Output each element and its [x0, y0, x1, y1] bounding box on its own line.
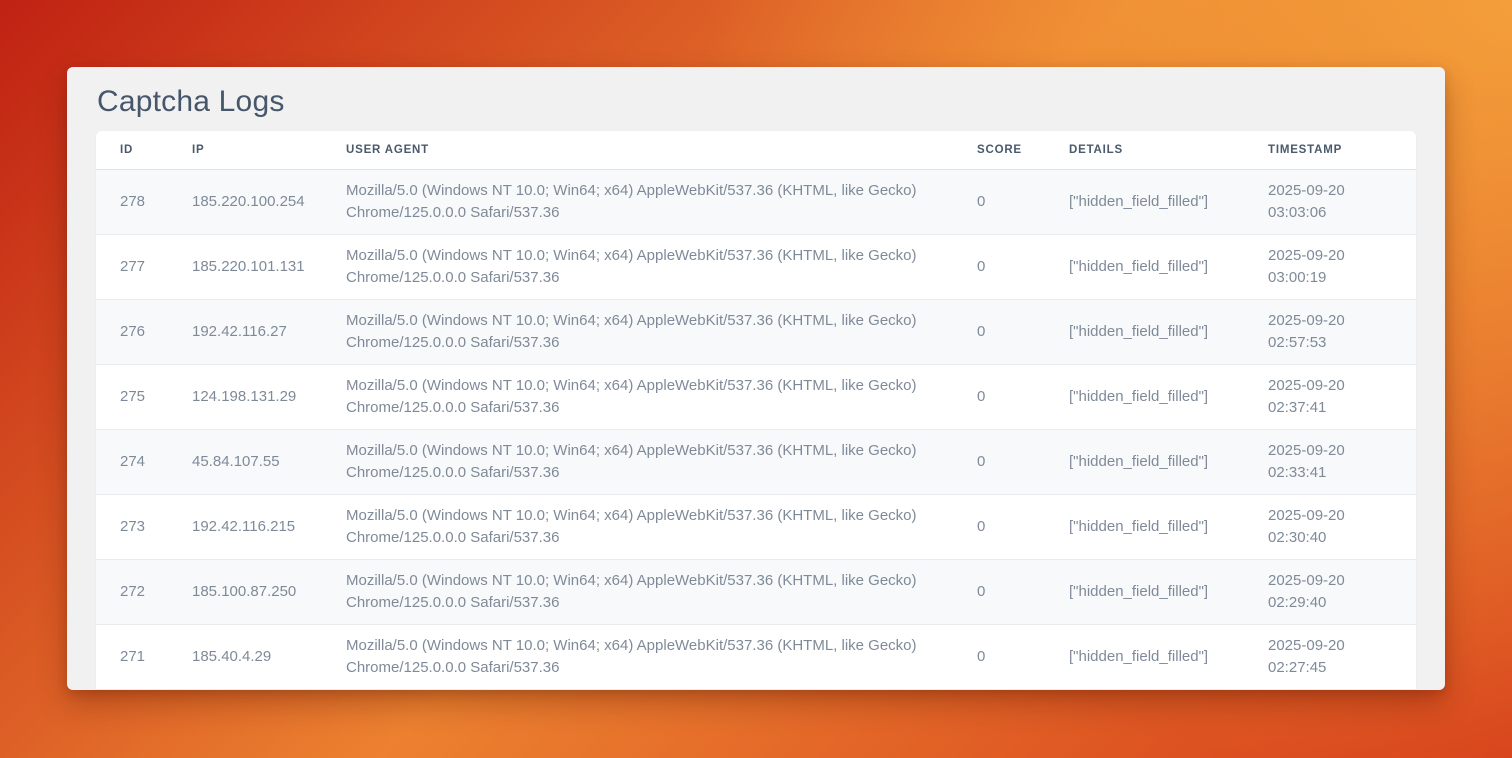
table-row: 277 185.220.101.131 Mozilla/5.0 (Windows…: [96, 234, 1416, 299]
column-header-id: ID: [96, 131, 168, 169]
cell-timestamp: 2025-09-20 02:30:40: [1244, 494, 1416, 559]
cell-user-agent: Mozilla/5.0 (Windows NT 10.0; Win64; x64…: [322, 234, 953, 299]
cell-details: ["hidden_field_filled"]: [1045, 169, 1244, 234]
cell-details: ["hidden_field_filled"]: [1045, 494, 1244, 559]
column-header-user-agent: USER AGENT: [322, 131, 953, 169]
cell-user-agent: Mozilla/5.0 (Windows NT 10.0; Win64; x64…: [322, 559, 953, 624]
cell-score: 0: [953, 494, 1045, 559]
cell-ip: 192.42.116.215: [168, 494, 322, 559]
table-row: 274 45.84.107.55 Mozilla/5.0 (Windows NT…: [96, 429, 1416, 494]
table-header: ID IP USER AGENT SCORE DETAILS TIMESTAMP: [96, 131, 1416, 169]
cell-ip: 192.42.116.27: [168, 299, 322, 364]
cell-id: 276: [96, 299, 168, 364]
cell-ip: 185.40.4.29: [168, 624, 322, 689]
table-row: 276 192.42.116.27 Mozilla/5.0 (Windows N…: [96, 299, 1416, 364]
captcha-logs-card: Captcha Logs ID IP USER AGENT SCORE DETA…: [67, 67, 1445, 690]
cell-score: 0: [953, 429, 1045, 494]
cell-user-agent: Mozilla/5.0 (Windows NT 10.0; Win64; x64…: [322, 364, 953, 429]
cell-user-agent: Mozilla/5.0 (Windows NT 10.0; Win64; x64…: [322, 169, 953, 234]
cell-timestamp: 2025-09-20 02:29:40: [1244, 559, 1416, 624]
cell-id: 278: [96, 169, 168, 234]
page-background: { "page": { "title": "Captcha Logs" }, "…: [0, 0, 1512, 758]
cell-ip: 45.84.107.55: [168, 429, 322, 494]
cell-timestamp: 2025-09-20 02:37:41: [1244, 364, 1416, 429]
table-row: 273 192.42.116.215 Mozilla/5.0 (Windows …: [96, 494, 1416, 559]
cell-ip: 185.100.87.250: [168, 559, 322, 624]
logs-table: ID IP USER AGENT SCORE DETAILS TIMESTAMP…: [96, 131, 1416, 689]
table-row: 272 185.100.87.250 Mozilla/5.0 (Windows …: [96, 559, 1416, 624]
cell-score: 0: [953, 559, 1045, 624]
logs-table-container: ID IP USER AGENT SCORE DETAILS TIMESTAMP…: [96, 131, 1416, 689]
cell-id: 274: [96, 429, 168, 494]
cell-details: ["hidden_field_filled"]: [1045, 624, 1244, 689]
column-header-timestamp: TIMESTAMP: [1244, 131, 1416, 169]
table-header-row: ID IP USER AGENT SCORE DETAILS TIMESTAMP: [96, 131, 1416, 169]
cell-details: ["hidden_field_filled"]: [1045, 429, 1244, 494]
cell-user-agent: Mozilla/5.0 (Windows NT 10.0; Win64; x64…: [322, 429, 953, 494]
cell-timestamp: 2025-09-20 03:03:06: [1244, 169, 1416, 234]
cell-details: ["hidden_field_filled"]: [1045, 234, 1244, 299]
table-row: 271 185.40.4.29 Mozilla/5.0 (Windows NT …: [96, 624, 1416, 689]
cell-ip: 124.198.131.29: [168, 364, 322, 429]
cell-score: 0: [953, 234, 1045, 299]
cell-ip: 185.220.100.254: [168, 169, 322, 234]
column-header-score: SCORE: [953, 131, 1045, 169]
cell-ip: 185.220.101.131: [168, 234, 322, 299]
cell-user-agent: Mozilla/5.0 (Windows NT 10.0; Win64; x64…: [322, 299, 953, 364]
cell-details: ["hidden_field_filled"]: [1045, 364, 1244, 429]
cell-score: 0: [953, 364, 1045, 429]
cell-timestamp: 2025-09-20 02:33:41: [1244, 429, 1416, 494]
cell-id: 275: [96, 364, 168, 429]
cell-id: 271: [96, 624, 168, 689]
cell-details: ["hidden_field_filled"]: [1045, 559, 1244, 624]
cell-score: 0: [953, 169, 1045, 234]
cell-timestamp: 2025-09-20 03:00:19: [1244, 234, 1416, 299]
table-row: 278 185.220.100.254 Mozilla/5.0 (Windows…: [96, 169, 1416, 234]
page-title: Captcha Logs: [67, 67, 1445, 131]
cell-user-agent: Mozilla/5.0 (Windows NT 10.0; Win64; x64…: [322, 624, 953, 689]
cell-score: 0: [953, 299, 1045, 364]
cell-id: 272: [96, 559, 168, 624]
cell-details: ["hidden_field_filled"]: [1045, 299, 1244, 364]
cell-timestamp: 2025-09-20 02:57:53: [1244, 299, 1416, 364]
cell-score: 0: [953, 624, 1045, 689]
column-header-details: DETAILS: [1045, 131, 1244, 169]
cell-timestamp: 2025-09-20 02:27:45: [1244, 624, 1416, 689]
table-row: 275 124.198.131.29 Mozilla/5.0 (Windows …: [96, 364, 1416, 429]
column-header-ip: IP: [168, 131, 322, 169]
table-body: 278 185.220.100.254 Mozilla/5.0 (Windows…: [96, 169, 1416, 689]
cell-id: 273: [96, 494, 168, 559]
cell-user-agent: Mozilla/5.0 (Windows NT 10.0; Win64; x64…: [322, 494, 953, 559]
cell-id: 277: [96, 234, 168, 299]
